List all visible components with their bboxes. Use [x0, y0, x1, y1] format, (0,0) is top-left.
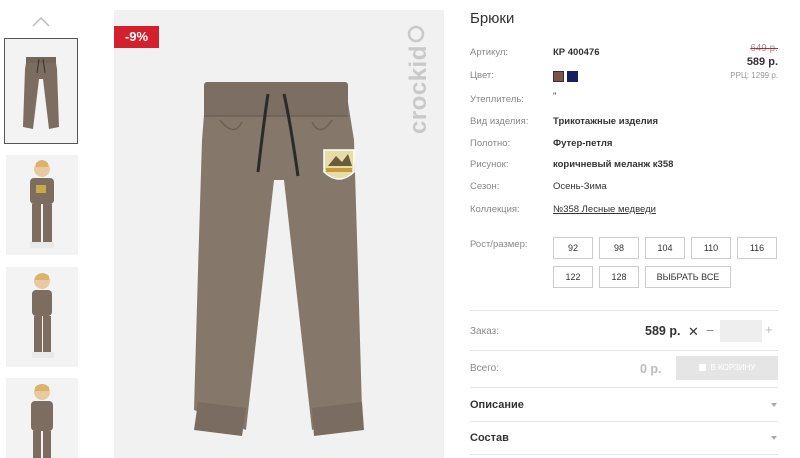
collection-label: Коллекция:: [470, 204, 520, 215]
pants-illustration: [194, 82, 364, 436]
total-label: Всего:: [470, 363, 499, 374]
season-label: Сезон:: [470, 181, 500, 192]
thumbnail-model-side[interactable]: [6, 267, 78, 367]
size-110[interactable]: 110: [691, 237, 731, 259]
decrease-quantity-button[interactable]: −: [706, 322, 714, 338]
quantity-input[interactable]: [720, 320, 762, 342]
size-122[interactable]: 122: [553, 266, 593, 288]
divider: [470, 350, 778, 351]
size-104[interactable]: 104: [645, 237, 685, 259]
pattern-value: коричневый меланж к358: [553, 159, 674, 170]
rrp-price: РРЦ: 1299 р.: [730, 71, 778, 80]
discount-badge: -9%: [114, 26, 159, 48]
old-price: 649 р.: [750, 43, 778, 54]
size-92[interactable]: 92: [553, 237, 593, 259]
size-128[interactable]: 128: [599, 266, 639, 288]
pattern-label: Рисунок:: [470, 159, 509, 170]
fabric-label: Полотно:: [470, 138, 511, 149]
thumbnail-model-back[interactable]: [6, 378, 78, 458]
season-value: Осень-Зима: [553, 181, 607, 192]
color-swatch-brown[interactable]: [553, 71, 564, 82]
accordion-composition[interactable]: Состав: [470, 432, 509, 444]
times-icon: ✕: [688, 324, 699, 339]
svg-text:crockid: crockid: [405, 45, 432, 134]
add-to-cart-label: В КОРЗИНУ: [710, 363, 756, 372]
thumbnail-pants[interactable]: [4, 38, 78, 144]
divider: [470, 454, 778, 455]
collection-link[interactable]: №358 Лесные медведи: [553, 204, 656, 215]
size-98[interactable]: 98: [599, 237, 639, 259]
divider: [470, 387, 778, 388]
add-to-cart-button[interactable]: В КОРЗИНУ: [676, 356, 778, 380]
cart-icon: [698, 364, 706, 371]
thumbnail-gallery: [0, 0, 85, 458]
product-main-image: [114, 10, 444, 458]
accordion-description[interactable]: Описание: [470, 399, 524, 411]
divider: [470, 310, 778, 311]
sizes-label: Рост/размер:: [470, 239, 528, 250]
order-price: 589 р.: [645, 324, 681, 338]
order-label: Заказ:: [470, 326, 500, 337]
chevron-up-icon[interactable]: [30, 14, 52, 28]
current-price: 589 р.: [746, 56, 778, 68]
size-116[interactable]: 116: [737, 237, 777, 259]
select-all-sizes-button[interactable]: ВЫБРАТЬ ВСЕ: [645, 266, 731, 288]
crockid-logo: crockid: [405, 25, 432, 134]
color-swatch-navy[interactable]: [567, 71, 578, 82]
type-value: Трикотажные изделия: [553, 116, 659, 127]
type-label: Вид изделия:: [470, 116, 529, 127]
article-value: КР 400476: [553, 47, 600, 58]
increase-quantity-button[interactable]: +: [765, 322, 773, 337]
chevron-down-icon[interactable]: [771, 403, 777, 407]
fabric-value: Футер-петля: [553, 138, 613, 149]
product-title: Брюки: [470, 10, 515, 27]
total-price: 0 р.: [640, 362, 662, 376]
color-label: Цвет:: [470, 70, 494, 81]
article-label: Артикул:: [470, 47, 509, 58]
insulation-value: ": [553, 91, 557, 102]
thumbnail-model-front[interactable]: [6, 155, 78, 255]
insulation-label: Утеплитель:: [470, 94, 524, 105]
divider: [470, 421, 778, 422]
chevron-down-icon[interactable]: [771, 436, 777, 440]
